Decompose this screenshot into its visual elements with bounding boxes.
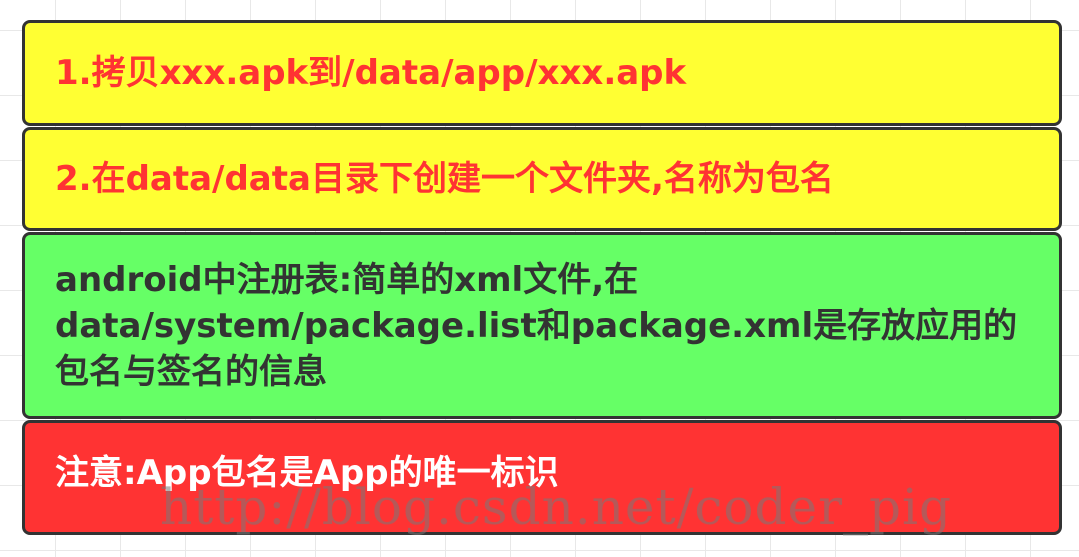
registry-info-text: android中注册表:简单的xml文件,在data/system/packag…	[55, 259, 1018, 392]
watermark: http://blog.csdn.net/coder_pig	[160, 478, 953, 536]
step-copy-apk-text: 1.拷贝xxx.apk到/data/app/xxx.apk	[55, 53, 687, 93]
step-copy-apk-box: 1.拷贝xxx.apk到/data/app/xxx.apk	[22, 20, 1062, 126]
step-create-folder-box: 2.在data/data目录下创建一个文件夹,名称为包名	[22, 127, 1062, 231]
registry-info-box: android中注册表:简单的xml文件,在data/system/packag…	[22, 232, 1062, 419]
step-create-folder-text: 2.在data/data目录下创建一个文件夹,名称为包名	[55, 159, 834, 199]
